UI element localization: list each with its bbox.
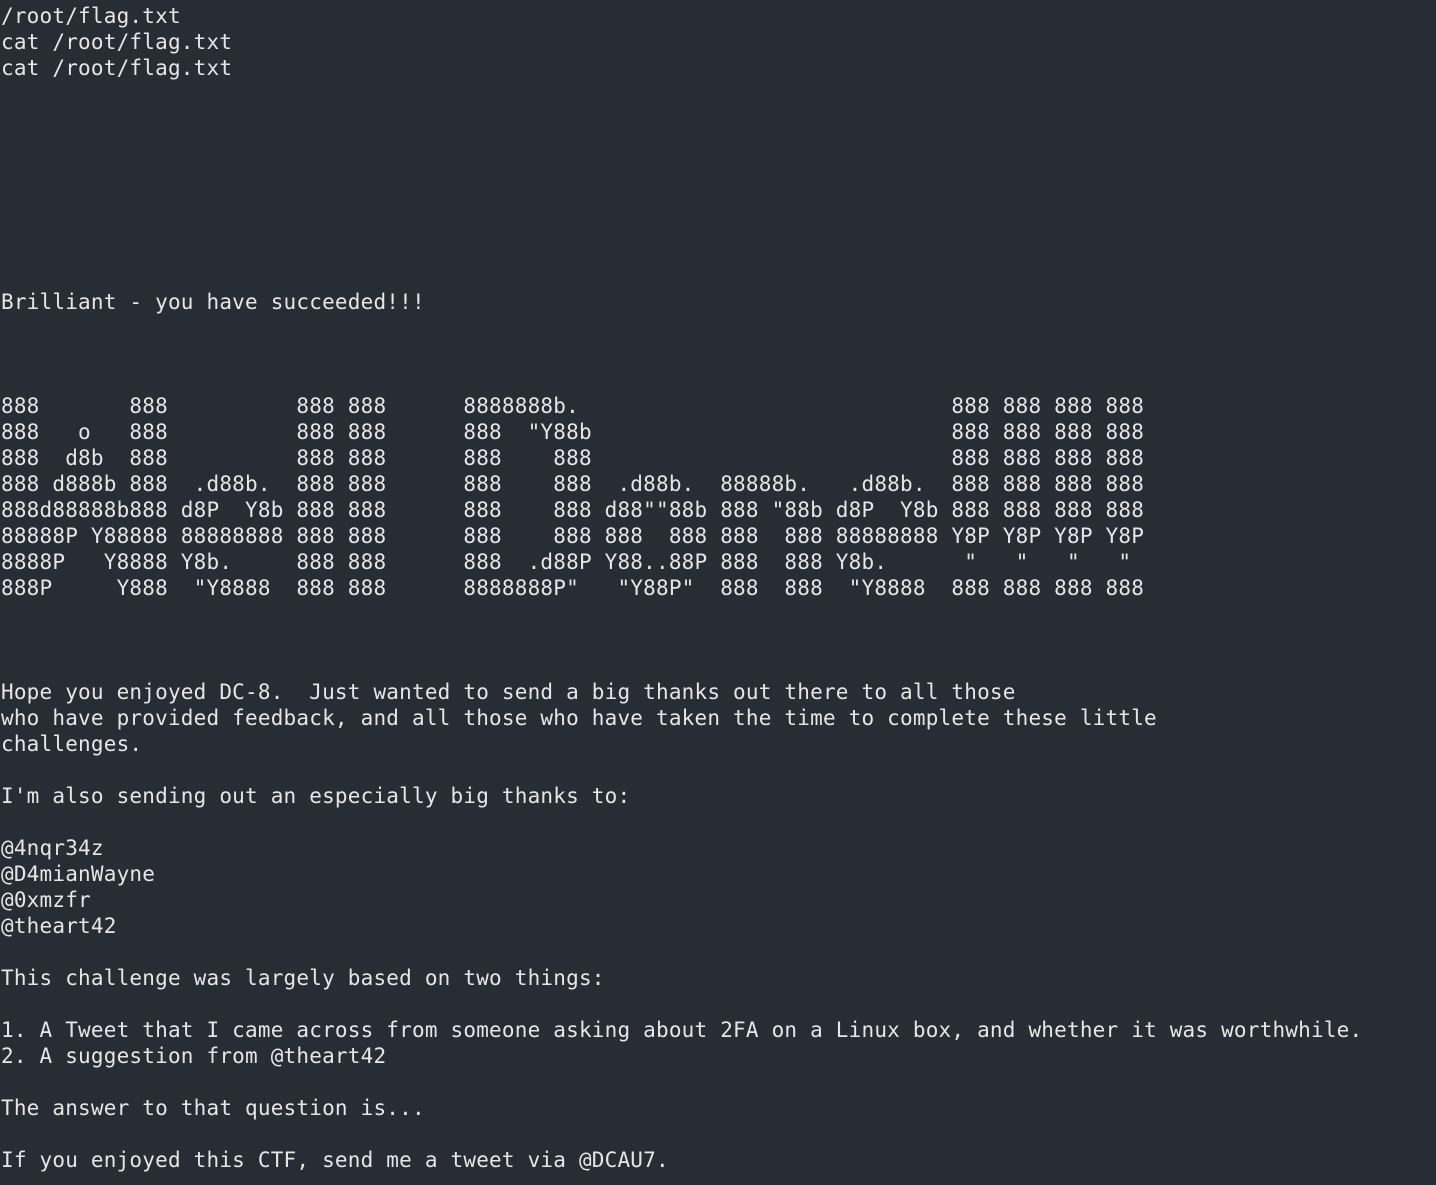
terminal-line: cat /root/flag.txt <box>1 56 233 80</box>
terminal-line: /root/flag.txt <box>1 4 181 28</box>
terminal-line: 888d88888b888 d8P Y8b 888 888 888 888 d8… <box>1 498 1145 522</box>
terminal-line: 88888P Y88888 88888888 888 888 888 888 8… <box>1 524 1145 548</box>
terminal-line: This challenge was largely based on two … <box>1 966 605 990</box>
terminal-window[interactable]: /root/flag.txt cat /root/flag.txt cat /roo… <box>0 0 1436 1185</box>
terminal-line: The answer to that question is... <box>1 1096 425 1120</box>
terminal-output: /root/flag.txt cat /root/flag.txt cat /roo… <box>1 0 1362 1173</box>
terminal-line: @D4mianWayne <box>1 862 156 886</box>
terminal-line: who have provided feedback, and all thos… <box>1 706 1157 730</box>
terminal-line: 2. A suggestion from @theart42 <box>1 1044 387 1068</box>
terminal-line: challenges. <box>1 732 143 756</box>
terminal-line: cat /root/flag.txt <box>1 30 233 54</box>
terminal-line: Hope you enjoyed DC-8. Just wanted to se… <box>1 680 1016 704</box>
terminal-line: 1. A Tweet that I came across from someo… <box>1 1018 1363 1042</box>
terminal-line: 888 d8b 888 888 888 888 888 888 888 888 … <box>1 446 1145 470</box>
terminal-line: 8888P Y8888 Y8b. 888 888 888 .d88P Y88..… <box>1 550 1132 574</box>
terminal-line: 888 d888b 888 .d88b. 888 888 888 888 .d8… <box>1 472 1145 496</box>
terminal-line: @0xmzfr <box>1 888 91 912</box>
terminal-line: I'm also sending out an especially big t… <box>1 784 631 808</box>
terminal-line: @4nqr34z <box>1 836 104 860</box>
terminal-line: 888 o 888 888 888 888 "Y88b 888 888 888 … <box>1 420 1145 444</box>
terminal-line: @theart42 <box>1 914 117 938</box>
terminal-line: Brilliant - you have succeeded!!! <box>1 290 425 314</box>
terminal-line: 888 888 888 888 8888888b. 888 888 888 88… <box>1 394 1145 418</box>
terminal-line: 888P Y888 "Y8888 888 888 8888888P" "Y88P… <box>1 576 1145 600</box>
terminal-line: If you enjoyed this CTF, send me a tweet… <box>1 1148 669 1172</box>
